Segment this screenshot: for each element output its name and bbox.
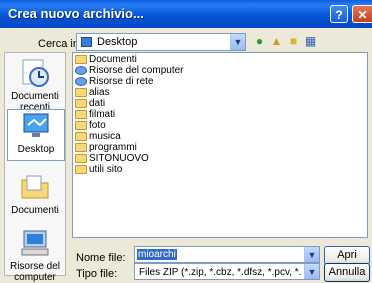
desktop-icon [81,37,92,47]
folder-icon [75,165,87,174]
file-name-label: Nome file: [76,252,126,264]
chevron-down-icon[interactable]: ▼ [304,247,319,262]
folder-icon [75,154,87,163]
list-item[interactable]: filmati [75,110,115,120]
my-computer-icon [75,66,87,75]
title-bar[interactable]: Crea nuovo archivio... ? ✕ [0,0,372,28]
network-places-icon [75,77,87,86]
list-item[interactable]: SITONUOVO [75,154,149,164]
look-in-combo[interactable]: Desktop ▼ [76,33,246,51]
up-folder-icon[interactable]: ▲ [269,34,284,49]
place-desktop[interactable]: Desktop [7,109,65,161]
file-name-field[interactable]: mioarchi ▼ [134,246,320,263]
save-dialog: Crea nuovo archivio... ? ✕ Cerca in: Des… [0,0,372,283]
folder-icon [75,99,87,108]
file-list[interactable]: Documenti Risorse del computer Risorse d… [72,52,368,238]
list-item[interactable]: Risorse di rete [75,77,153,87]
list-item[interactable]: Documenti [75,55,137,65]
view-menu-icon[interactable]: ▦ [303,34,318,49]
list-item[interactable]: foto [75,121,106,131]
dialog-title: Crea nuovo archivio... [8,6,144,21]
list-item[interactable]: Risorse del computer [75,66,183,76]
folder-icon [75,132,87,141]
file-type-value: Files ZIP (*.zip, *.cbz, *.dfsz, *.pcv, … [139,267,301,278]
list-item[interactable]: programmi [75,143,137,153]
my-computer-icon [21,230,49,256]
folder-icon [75,121,87,130]
folder-icon [75,143,87,152]
place-my-computer[interactable]: Risorse del computer [7,227,63,283]
my-documents-icon [21,175,49,199]
place-label: Documenti [11,205,59,216]
place-label: Desktop [17,144,55,155]
desktop-icon [23,113,49,137]
list-item[interactable]: musica [75,132,121,142]
back-icon[interactable]: ● [252,34,267,49]
folder-icon [75,110,87,119]
look-in-value: Desktop [97,36,138,48]
folder-icon [75,88,87,97]
list-item[interactable]: alias [75,88,110,98]
list-item[interactable]: utili sito [75,165,122,175]
documents-folder-icon [75,55,87,64]
places-bar: Documenti recenti Desktop Documenti Riso… [4,52,66,283]
list-item[interactable]: dati [75,99,105,109]
new-folder-icon[interactable]: ■ [286,34,301,49]
close-button[interactable]: ✕ [352,5,372,23]
chevron-down-icon[interactable]: ▼ [304,264,319,279]
recent-documents-icon [22,59,49,87]
place-recent[interactable]: Documenti recenti [7,57,63,113]
chevron-down-icon[interactable]: ▼ [230,34,245,50]
place-my-documents[interactable]: Documenti [7,171,63,216]
file-type-select[interactable]: Files ZIP (*.zip, *.cbz, *.dfsz, *.pcv, … [134,263,320,280]
place-label: Risorse del computer [9,261,61,283]
file-name-value: mioarchi [137,249,177,260]
help-button[interactable]: ? [330,5,348,23]
file-type-label: Tipo file: [76,268,118,280]
cancel-button[interactable]: Annulla [324,263,370,282]
